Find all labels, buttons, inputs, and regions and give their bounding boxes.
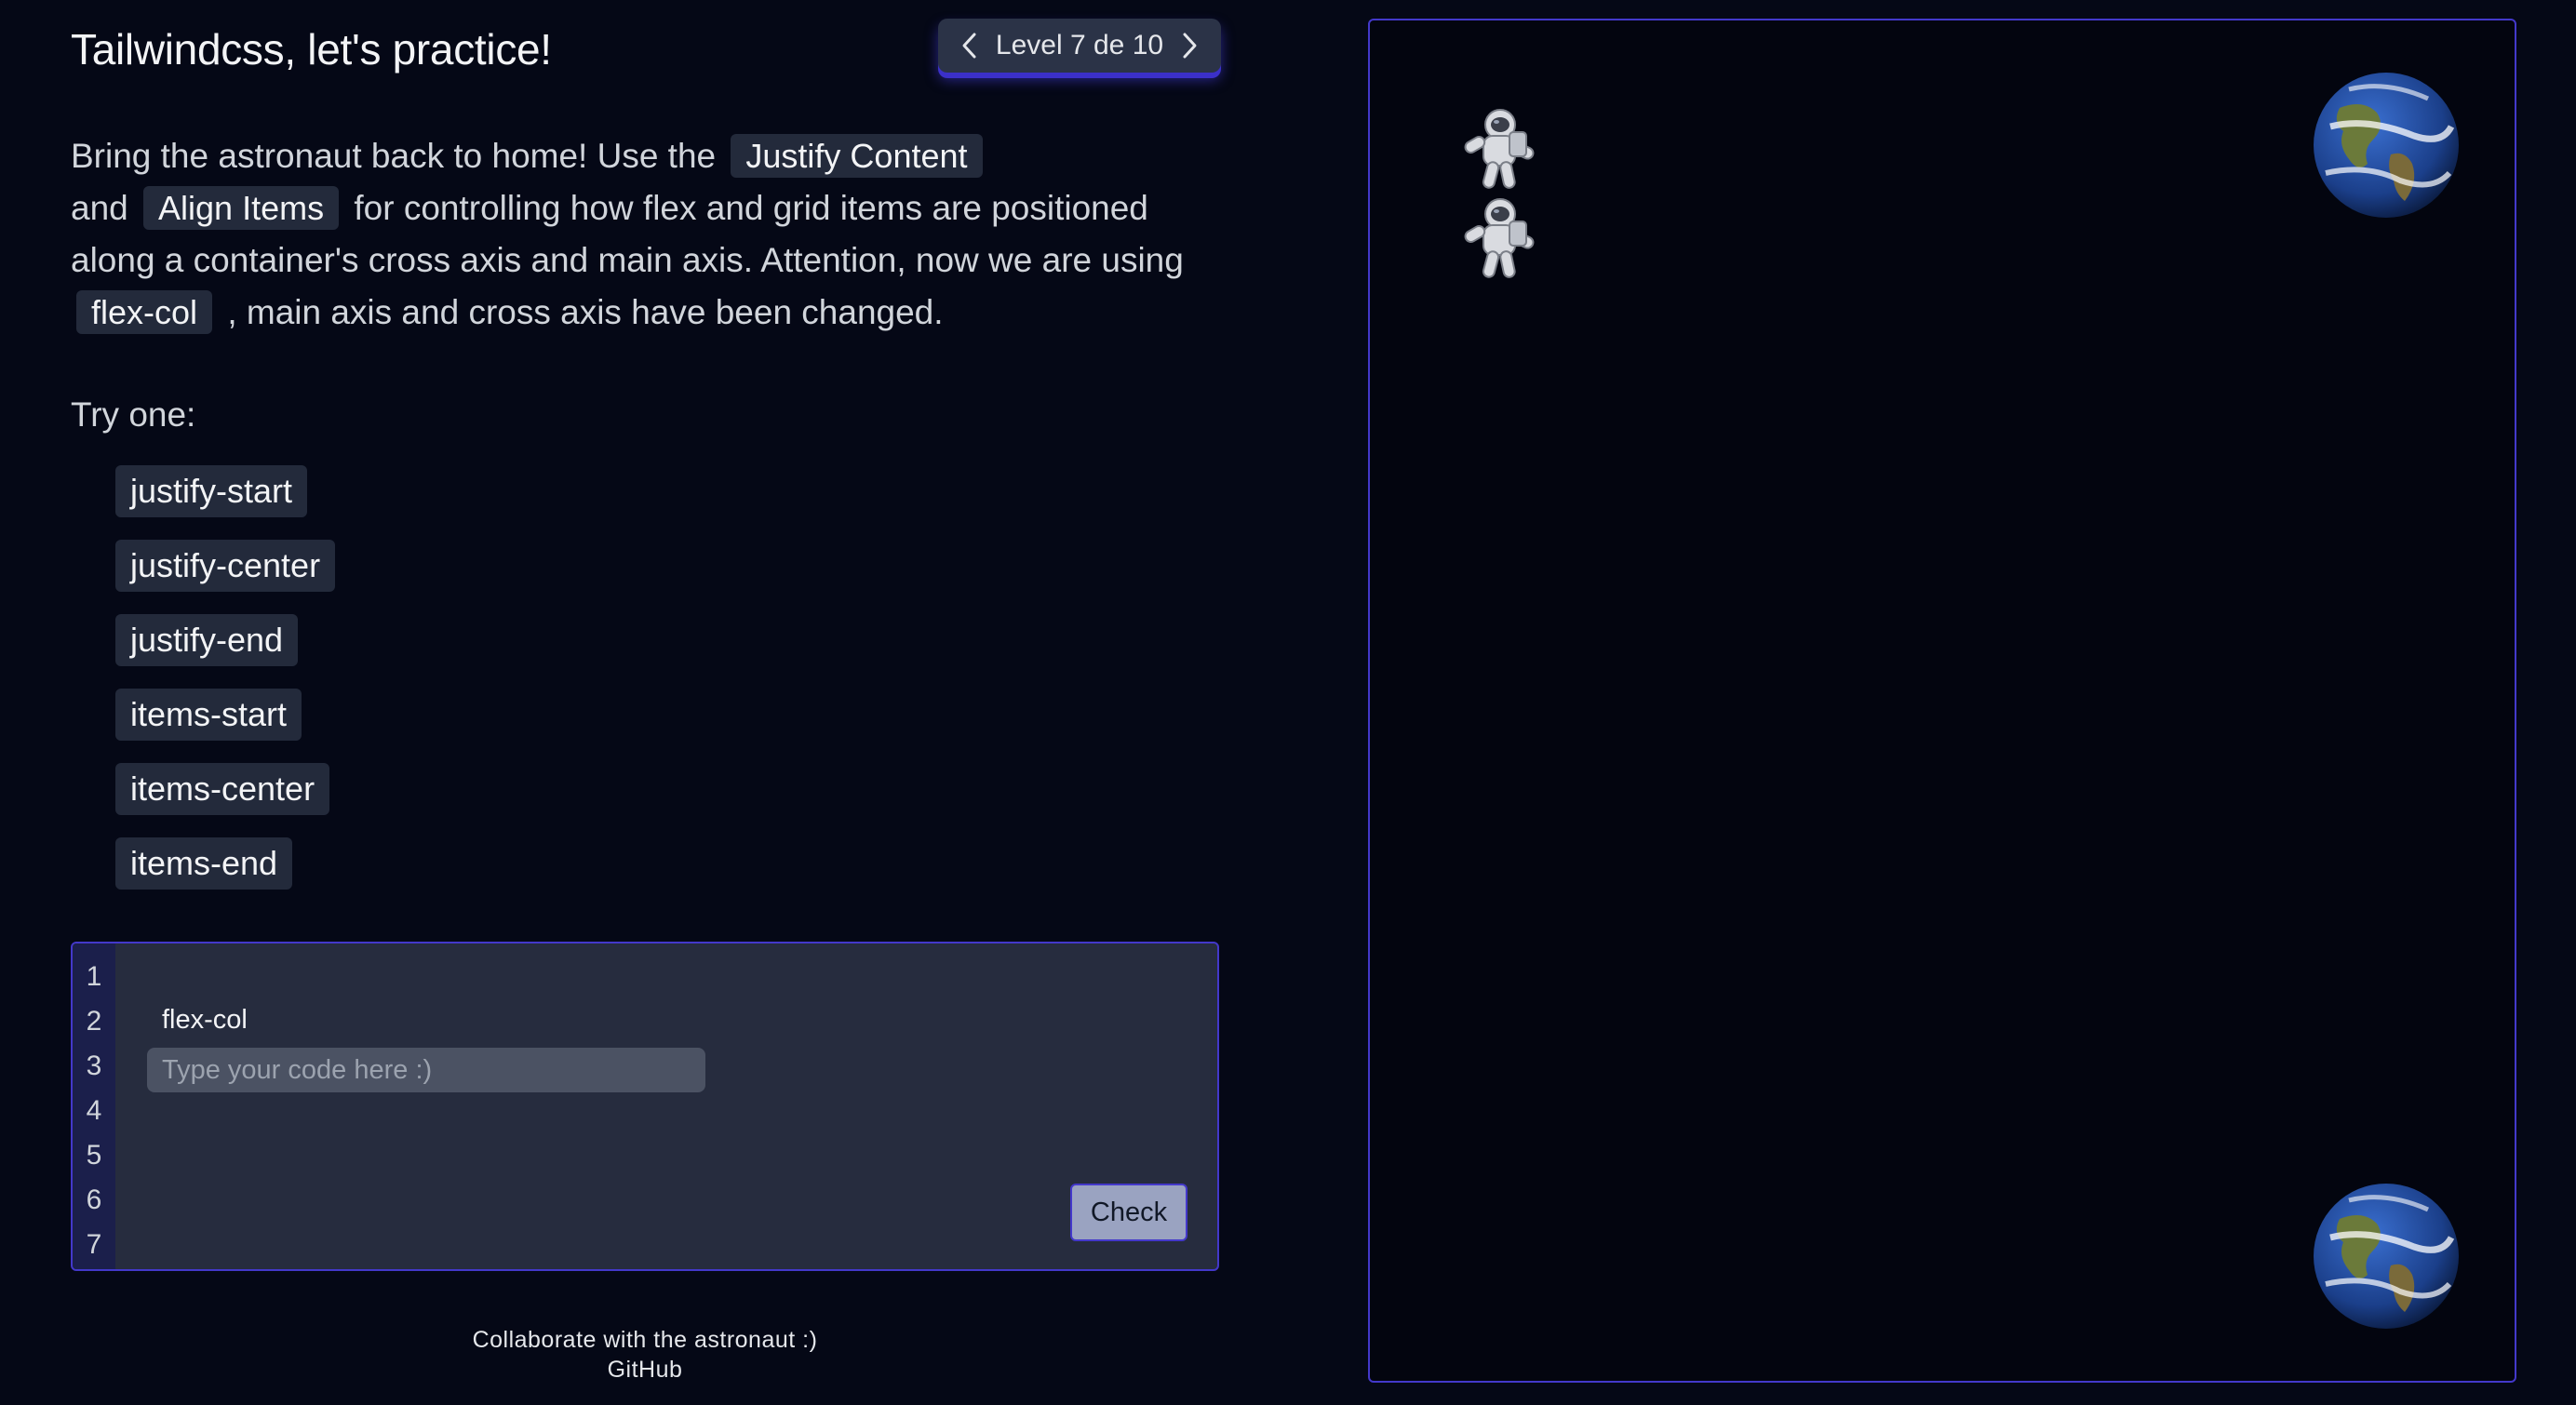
option-justify-center: justify-center — [115, 540, 336, 592]
instructions-end: , main axis and cross axis have been cha… — [227, 293, 944, 331]
level-indicator: Level 7 de 10 — [995, 30, 1164, 60]
instructions-and: and — [71, 189, 128, 227]
lesson-panel: Tailwindcss, let's practice! Level 7 de … — [71, 0, 1221, 1405]
code-flex-col: flex-col — [76, 290, 213, 334]
option-items-end: items-end — [115, 837, 293, 890]
page-title: Tailwindcss, let's practice! — [71, 25, 552, 74]
option-justify-start: justify-start — [115, 465, 308, 517]
line-number: 3 — [86, 1050, 102, 1081]
try-label: Try one: — [71, 395, 196, 434]
line-number: 6 — [86, 1184, 102, 1215]
line-number-gutter: 1 2 3 4 5 6 7 — [73, 943, 115, 1269]
level-navigator: Level 7 de 10 — [938, 19, 1221, 73]
line-number: 4 — [86, 1095, 102, 1126]
option-list: justify-start justify-center justify-end… — [115, 465, 336, 912]
footer: Collaborate with the astronaut :) GitHub — [71, 1325, 1219, 1385]
chevron-left-icon — [962, 33, 976, 59]
code-align-items: Align Items — [143, 186, 340, 230]
check-button[interactable]: Check — [1070, 1184, 1187, 1241]
line-number: 2 — [86, 1006, 102, 1037]
line-number: 5 — [86, 1140, 102, 1171]
code-input[interactable] — [147, 1048, 705, 1092]
instructions-intro: Bring the astronaut back to home! Use th… — [71, 137, 717, 175]
next-level-button[interactable] — [1171, 27, 1208, 64]
astronaut-icon — [1464, 109, 1535, 189]
game-board — [1368, 19, 2516, 1383]
prefilled-class: flex-col — [162, 1005, 248, 1035]
chevron-right-icon — [1183, 33, 1197, 59]
option-items-start: items-start — [115, 689, 302, 741]
code-editor: 1 2 3 4 5 6 7 flex-col Check — [71, 942, 1219, 1271]
option-items-center: items-center — [115, 763, 330, 815]
option-justify-end: justify-end — [115, 614, 299, 666]
previous-level-button[interactable] — [951, 27, 988, 64]
earth-icon — [2314, 1184, 2459, 1329]
code-justify-content: Justify Content — [731, 134, 983, 178]
footer-text: Collaborate with the astronaut :) — [472, 1327, 818, 1353]
line-number: 1 — [86, 961, 102, 992]
instructions: Bring the astronaut back to home! Use th… — [71, 130, 1225, 339]
github-link[interactable]: GitHub — [608, 1357, 683, 1383]
line-number: 7 — [86, 1229, 102, 1260]
astronaut-icon — [1464, 198, 1535, 278]
earth-icon — [2314, 73, 2459, 218]
